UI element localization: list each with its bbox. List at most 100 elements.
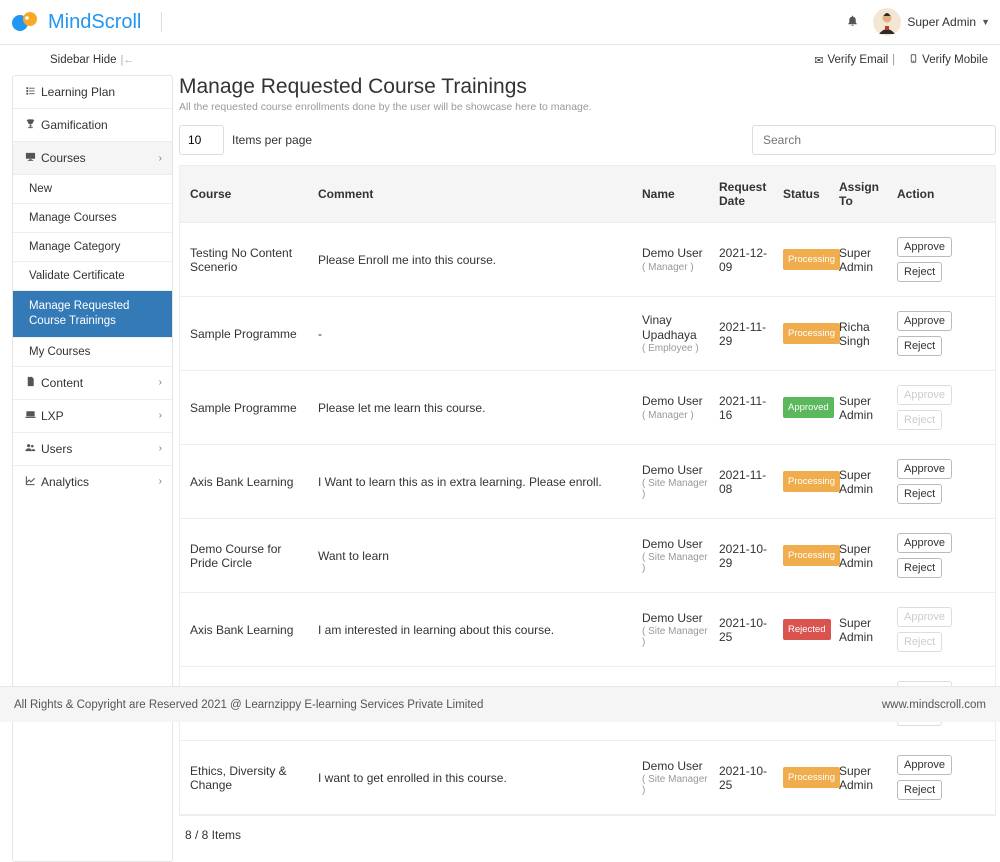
approve-button[interactable]: Approve bbox=[897, 755, 952, 775]
cell-date: 2021-10-29 bbox=[715, 542, 779, 570]
user-role: ( Site Manager ) bbox=[642, 774, 711, 796]
cell-course: Testing No Content Scenerio bbox=[186, 246, 314, 274]
user-role: ( Site Manager ) bbox=[642, 626, 711, 648]
user-name: Demo User bbox=[642, 394, 703, 408]
cell-assign: Super Admin bbox=[835, 616, 893, 644]
sidebar-item-manage-requested[interactable]: Manage Requested Course Trainings bbox=[13, 291, 172, 338]
controls-row: Items per page bbox=[179, 125, 996, 155]
reject-button[interactable]: Reject bbox=[897, 484, 942, 504]
cell-course: Sample Programme bbox=[186, 327, 314, 341]
user-name: Demo User bbox=[642, 246, 703, 260]
cell-date: 2021-10-25 bbox=[715, 616, 779, 644]
user-role: ( Site Manager ) bbox=[642, 552, 711, 574]
cell-course: Ethics, Diversity & Change bbox=[186, 764, 314, 792]
cell-comment: - bbox=[314, 327, 638, 341]
cell-course: Sample Programme bbox=[186, 401, 314, 415]
col-status[interactable]: Status bbox=[779, 187, 835, 201]
cell-comment: Want to learn bbox=[314, 549, 638, 563]
sidebar-label: Validate Certificate bbox=[29, 270, 125, 282]
sidebar-label: Content bbox=[41, 376, 159, 390]
sidebar-item-validate-certificate[interactable]: Validate Certificate bbox=[13, 262, 172, 291]
envelope-icon: ✉ bbox=[814, 54, 823, 67]
col-course[interactable]: Course bbox=[186, 187, 314, 201]
cell-assign: Richa Singh bbox=[835, 320, 893, 348]
user-name: Demo User bbox=[642, 611, 703, 625]
logo-icon bbox=[10, 11, 44, 33]
sidebar-label: LXP bbox=[41, 409, 159, 423]
list-icon bbox=[23, 85, 37, 99]
main: Learning Plan Gamification Courses › New… bbox=[0, 75, 1000, 862]
cell-action: ApproveReject bbox=[893, 385, 961, 430]
table-row: Sample Programme-Vinay Upadhaya( Employe… bbox=[180, 297, 995, 371]
verify-email-link[interactable]: ✉ Verify Email bbox=[814, 54, 888, 67]
cell-action: Approve Reject bbox=[893, 311, 961, 356]
approve-button[interactable]: Approve bbox=[897, 237, 952, 257]
table-header-row: Course Comment Name Request Date Status … bbox=[180, 166, 995, 223]
sidebar-item-content[interactable]: Content › bbox=[13, 367, 172, 400]
sidebar-item-manage-courses[interactable]: Manage Courses bbox=[13, 204, 172, 233]
approve-button[interactable]: Approve bbox=[897, 533, 952, 553]
footer-link[interactable]: www.mindscroll.com bbox=[882, 699, 986, 711]
collapse-left-icon: |← bbox=[120, 54, 134, 66]
sidebar-item-new[interactable]: New bbox=[13, 175, 172, 204]
reject-button[interactable]: Reject bbox=[897, 336, 942, 356]
cell-assign: Super Admin bbox=[835, 468, 893, 496]
logo[interactable]: MindScroll bbox=[10, 11, 141, 34]
sidebar-hide-button[interactable]: Sidebar Hide |← bbox=[50, 54, 134, 66]
search-input[interactable] bbox=[752, 125, 996, 155]
sidebar-item-lxp[interactable]: LXP › bbox=[13, 400, 172, 433]
sidebar-item-courses[interactable]: Courses › bbox=[13, 142, 172, 175]
reject-button: Reject bbox=[897, 410, 942, 430]
chevron-right-icon: › bbox=[159, 443, 162, 454]
cell-course: Axis Bank Learning bbox=[186, 623, 314, 637]
reject-button[interactable]: Reject bbox=[897, 558, 942, 578]
status-badge: Rejected bbox=[783, 619, 831, 640]
user-menu[interactable]: Super Admin ▼ bbox=[873, 8, 990, 36]
cell-status: Approved bbox=[779, 397, 835, 418]
status-badge: Processing bbox=[783, 471, 840, 492]
trophy-icon bbox=[23, 118, 37, 132]
sidebar-label: Gamification bbox=[41, 118, 162, 132]
sidebar-item-manage-category[interactable]: Manage Category bbox=[13, 233, 172, 262]
user-role: ( Site Manager ) bbox=[642, 478, 711, 500]
reject-button[interactable]: Reject bbox=[897, 780, 942, 800]
cell-action: Approve Reject bbox=[893, 237, 961, 282]
sidebar-item-learning-plan[interactable]: Learning Plan bbox=[13, 76, 172, 109]
sidebar-item-gamification[interactable]: Gamification bbox=[13, 109, 172, 142]
user-name: Demo User bbox=[642, 759, 703, 773]
cell-comment: Please let me learn this course. bbox=[314, 401, 638, 415]
col-date[interactable]: Request Date bbox=[715, 180, 779, 208]
cell-status: Processing bbox=[779, 249, 835, 270]
verify-email-label: Verify Email bbox=[827, 54, 888, 66]
caret-down-icon: ▼ bbox=[981, 17, 990, 27]
sidebar-label: Users bbox=[41, 442, 159, 456]
sidebar-item-analytics[interactable]: Analytics › bbox=[13, 466, 172, 498]
cell-date: 2021-11-08 bbox=[715, 468, 779, 496]
items-per-page-input[interactable] bbox=[179, 125, 224, 155]
user-role: ( Manager ) bbox=[642, 262, 711, 273]
chart-icon bbox=[23, 475, 37, 489]
sidebar-label: My Courses bbox=[29, 346, 90, 358]
user-name: Demo User bbox=[642, 537, 703, 551]
reject-button[interactable]: Reject bbox=[897, 262, 942, 282]
cell-name: Demo User( Site Manager ) bbox=[638, 611, 715, 649]
verify-mobile-label: Verify Mobile bbox=[922, 54, 988, 66]
separator: | bbox=[892, 54, 895, 66]
approve-button[interactable]: Approve bbox=[897, 311, 952, 331]
sidebar-item-users[interactable]: Users › bbox=[13, 433, 172, 466]
cell-action: Approve Reject bbox=[893, 459, 961, 504]
col-comment[interactable]: Comment bbox=[314, 187, 638, 201]
laptop-icon bbox=[23, 409, 37, 423]
approve-button[interactable]: Approve bbox=[897, 459, 952, 479]
sidebar-item-my-courses[interactable]: My Courses bbox=[13, 338, 172, 367]
cell-status: Processing bbox=[779, 323, 835, 344]
cell-name: Demo User ( Manager ) bbox=[638, 246, 715, 273]
notifications-icon[interactable] bbox=[846, 14, 859, 30]
col-assign[interactable]: Assign To bbox=[835, 180, 893, 208]
verify-mobile-link[interactable]: Verify Mobile bbox=[909, 53, 988, 67]
col-name[interactable]: Name bbox=[638, 187, 715, 201]
cell-action: Approve Reject bbox=[893, 533, 961, 578]
table-row: Axis Bank LearningI Want to learn this a… bbox=[180, 445, 995, 519]
user-name: Demo User bbox=[642, 463, 703, 477]
cell-date: 2021-10-25 bbox=[715, 764, 779, 792]
